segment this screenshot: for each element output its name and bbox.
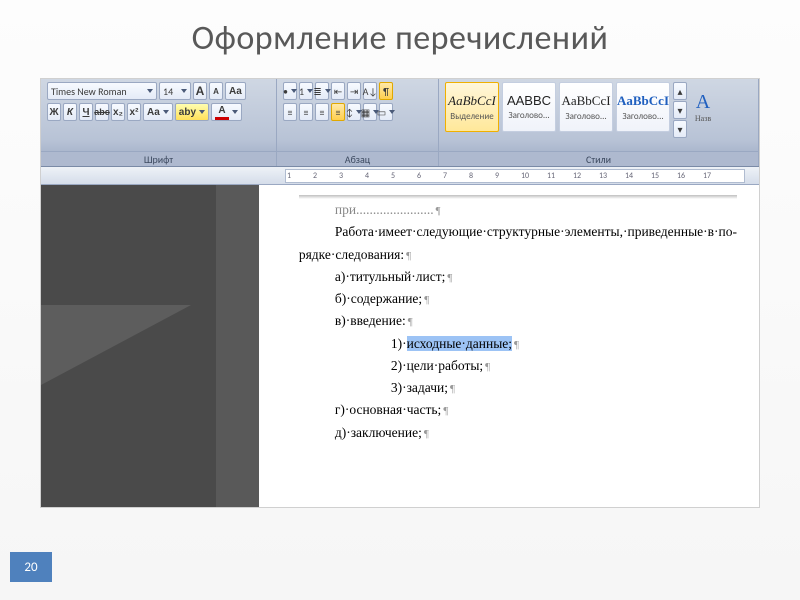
style-tile[interactable]: AaBbCcI Заголово...: [559, 82, 613, 132]
group-paragraph: • 1 ≣ ⇤ ⇥ A↓ ¶ ≡ ≡ ≡ ≡: [277, 79, 439, 166]
styles-scroll-up[interactable]: ▴: [673, 82, 687, 100]
align-center-icon: ≡: [304, 106, 309, 119]
doc-line: 2)·цели·работы;¶: [299, 355, 737, 377]
line-spacing-button[interactable]: ↕: [347, 103, 361, 121]
navigation-pane[interactable]: [41, 185, 216, 507]
doc-line: а)·титульный·лист;¶: [299, 266, 737, 288]
style-tile-label: Выделение: [450, 111, 493, 122]
document-page[interactable]: при.......................¶ Работа·имеет…: [259, 185, 759, 507]
page-gutter: [216, 185, 259, 507]
multilevel-button[interactable]: ≣: [315, 82, 329, 100]
doc-line: г)·основная·часть;¶: [299, 399, 737, 421]
style-tile[interactable]: AaBbCcI Выделение: [445, 82, 499, 132]
doc-line: рядке·следования:¶: [299, 244, 737, 266]
doc-line: 1)·исходные·данные;¶: [299, 333, 737, 355]
ribbon: Times New Roman 14 A A Aa Ж К: [41, 79, 759, 167]
shading-button[interactable]: ▦: [363, 103, 377, 121]
sort-button[interactable]: A↓: [363, 82, 377, 100]
word-screenshot: Times New Roman 14 A A Aa Ж К: [40, 78, 760, 508]
indent-icon: ⇥: [350, 85, 358, 98]
font-size-value: 14: [163, 85, 173, 98]
chevron-down-icon: [232, 110, 238, 114]
selected-text: исходные·данные;: [407, 336, 512, 351]
doc-line: в)·введение:¶: [299, 310, 737, 332]
chevron-down-icon: [389, 110, 395, 114]
doc-line: б)·содержание;¶: [299, 288, 737, 310]
numbering-button[interactable]: 1: [299, 82, 313, 100]
bullets-icon: •: [283, 85, 288, 98]
align-right-button[interactable]: ≡: [315, 103, 329, 121]
styles-more-button[interactable]: ▾: [673, 120, 687, 138]
style-tile[interactable]: AaBbCcI Заголово...: [616, 82, 670, 132]
increase-indent-button[interactable]: ⇥: [347, 82, 361, 100]
chevron-down-icon: [147, 89, 153, 93]
shrink-font-button[interactable]: A: [209, 82, 223, 100]
borders-icon: ▭: [377, 106, 386, 119]
bold-button[interactable]: Ж: [47, 103, 61, 121]
group-styles-label: Стили: [439, 151, 758, 166]
subscript-button[interactable]: x₂: [111, 103, 125, 121]
change-styles-button[interactable]: A Назв: [690, 82, 716, 132]
font-name-dropdown[interactable]: Times New Roman: [47, 82, 157, 100]
slide: Оформление перечислений 20 Times New Rom…: [0, 0, 800, 600]
doc-line: д)·заключение;¶: [299, 422, 737, 444]
show-marks-button[interactable]: ¶: [379, 82, 393, 100]
styles-scroll-down[interactable]: ▾: [673, 101, 687, 119]
strike-button[interactable]: abc: [95, 103, 109, 121]
font-color-button[interactable]: A: [211, 103, 242, 121]
bullets-button[interactable]: •: [283, 82, 297, 100]
align-justify-icon: ≡: [336, 106, 341, 119]
grow-font-button[interactable]: A: [193, 82, 207, 100]
borders-button[interactable]: ▭: [379, 103, 393, 121]
clear-format-button[interactable]: Aa: [225, 82, 246, 100]
chevron-down-icon: [199, 110, 205, 114]
italic-button[interactable]: К: [63, 103, 77, 121]
chevron-down-icon: [181, 89, 187, 93]
color-swatch: [215, 117, 229, 120]
pilcrow-icon: ¶: [383, 85, 389, 98]
align-right-icon: ≡: [320, 106, 325, 119]
chevron-down-icon: [163, 110, 169, 114]
decrease-indent-button[interactable]: ⇤: [331, 82, 345, 100]
highlight-button[interactable]: aby: [175, 103, 209, 121]
group-styles: AaBbCcI Выделение AABBC Заголово... AaBb…: [439, 79, 759, 166]
chevron-down-icon: [307, 89, 313, 93]
slide-title: Оформление перечислений: [0, 0, 800, 59]
horizontal-ruler[interactable]: 1 2 3 4 5 6 7 8 9 10 11 12 13 14 15 16 1…: [41, 167, 759, 185]
slide-number-badge: 20: [10, 552, 52, 582]
spacing-icon: ↕: [346, 106, 354, 119]
outdent-icon: ⇤: [334, 85, 342, 98]
doc-line: Работа·имеет·следующие·структурные·элеме…: [299, 221, 737, 243]
ruler-ticks: 1 2 3 4 5 6 7 8 9 10 11 12 13 14 15 16 1…: [285, 167, 727, 185]
align-center-button[interactable]: ≡: [299, 103, 313, 121]
group-font: Times New Roman 14 A A Aa Ж К: [41, 79, 277, 166]
document-area: при.......................¶ Работа·имеет…: [41, 185, 759, 507]
numbering-icon: 1: [299, 85, 304, 98]
style-tile-label: Заголово...: [622, 111, 663, 122]
align-justify-button[interactable]: ≡: [331, 103, 345, 121]
underline-button[interactable]: Ч: [79, 103, 93, 121]
sort-icon: A↓: [363, 85, 378, 98]
group-paragraph-label: Абзац: [277, 151, 438, 166]
group-font-label: Шрифт: [41, 151, 276, 166]
align-left-icon: ≡: [288, 106, 293, 119]
chevron-down-icon: [325, 89, 331, 93]
change-case-button[interactable]: Aa: [143, 103, 173, 121]
style-tile[interactable]: AABBC Заголово...: [502, 82, 556, 132]
font-size-dropdown[interactable]: 14: [159, 82, 191, 100]
font-name-value: Times New Roman: [51, 85, 127, 98]
superscript-button[interactable]: x²: [127, 103, 141, 121]
align-left-button[interactable]: ≡: [283, 103, 297, 121]
chevron-down-icon: [291, 89, 297, 93]
doc-line: при.......................¶: [299, 199, 737, 221]
style-tile-label: Заголово...: [565, 111, 606, 122]
style-tile-label: Заголово...: [508, 110, 549, 121]
change-styles-icon: A: [696, 91, 710, 114]
shading-icon: ▦: [361, 106, 370, 119]
doc-line: 3)·задачи;¶: [299, 377, 737, 399]
multilevel-icon: ≣: [313, 85, 321, 98]
